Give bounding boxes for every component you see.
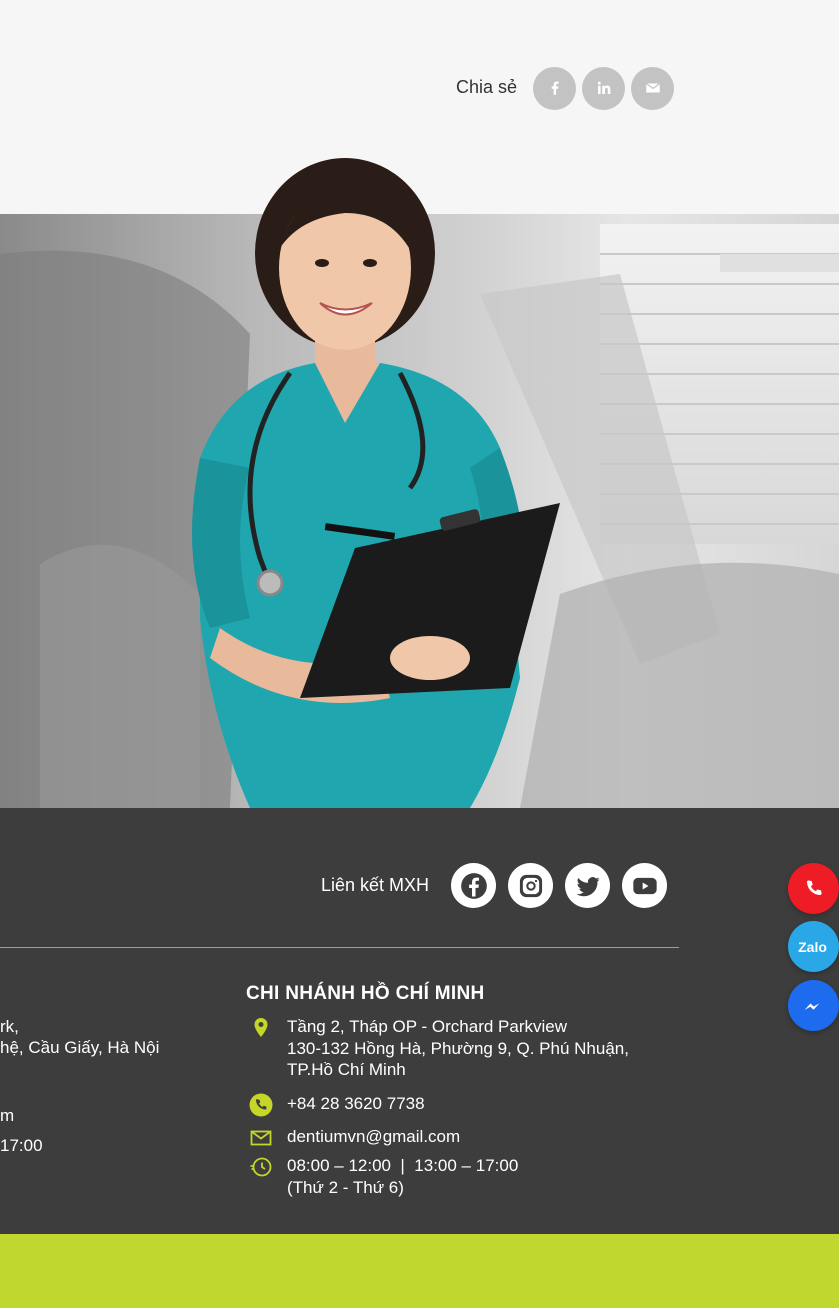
- hcm-email-address[interactable]: dentiumvn@gmail.com: [287, 1126, 460, 1152]
- facebook-icon: [460, 872, 487, 899]
- hcm-address-line3: TP.Hồ Chí Minh: [287, 1060, 406, 1079]
- hcm-address-line2: 130-132 Hồng Hà, Phường 9, Q. Phú Nhuận,: [287, 1038, 629, 1058]
- hanoi-address-line1: rk,: [0, 1017, 19, 1036]
- phone-icon: [246, 1093, 276, 1119]
- hcm-address: Tầng 2, Tháp OP - Orchard Parkview 130-1…: [246, 1016, 629, 1081]
- social-instagram-button[interactable]: [508, 863, 554, 908]
- hanoi-address-line2: hệ, Cầu Giấy, Hà Nội: [0, 1038, 160, 1057]
- footer-divider: [0, 947, 679, 948]
- social-label: Liên kết MXH: [321, 875, 430, 895]
- hcm-address-line1: Tầng 2, Tháp OP - Orchard Parkview: [287, 1017, 567, 1036]
- mail-icon: [246, 1126, 276, 1152]
- social-facebook-button[interactable]: [451, 863, 497, 908]
- messenger-icon: [804, 1002, 819, 1010]
- bottom-accent-bar: [0, 1234, 839, 1308]
- nurse-image: [140, 158, 620, 808]
- hanoi-email[interactable]: m: [0, 1106, 14, 1126]
- site-footer: Liên kết MXH rk, hệ, Cầu Giấy, Hà Nội m …: [0, 808, 839, 1234]
- youtube-icon: [632, 877, 657, 894]
- share-email-button[interactable]: [631, 66, 675, 110]
- hcm-phone[interactable]: +84 28 3620 7738: [246, 1093, 425, 1119]
- share-bar: Chia sẻ: [456, 66, 680, 110]
- floating-messenger-button[interactable]: [788, 980, 839, 1031]
- hcm-branch-title: CHI NHÁNH HỒ CHÍ MINH: [246, 983, 485, 1004]
- instagram-icon: [519, 874, 542, 897]
- social-twitter-button[interactable]: [565, 863, 611, 908]
- email-icon: [645, 83, 660, 93]
- floating-zalo-button[interactable]: Zalo: [788, 921, 839, 972]
- share-label: Chia sẻ: [456, 76, 518, 97]
- share-facebook-button[interactable]: [533, 66, 577, 110]
- hcm-phone-number[interactable]: +84 28 3620 7738: [287, 1093, 425, 1119]
- floating-call-button[interactable]: [788, 863, 839, 914]
- facebook-icon: [551, 81, 559, 95]
- social-youtube-button[interactable]: [622, 863, 668, 908]
- phone-icon: [806, 880, 822, 895]
- share-linkedin-button[interactable]: [582, 66, 626, 110]
- hcm-hours-line2: (Thứ 2 - Thứ 6): [287, 1177, 404, 1197]
- zalo-label: Zalo: [798, 938, 827, 955]
- twitter-icon: [575, 876, 600, 896]
- hcm-hours: 08:00 – 12:00 | 13:00 – 17:00 (Thứ 2 - T…: [246, 1155, 518, 1198]
- social-links: Liên kết MXH: [321, 863, 679, 908]
- location-pin-icon: [246, 1016, 276, 1042]
- clock-history-icon: [246, 1155, 276, 1181]
- hcm-hours-line1: 08:00 – 12:00 | 13:00 – 17:00: [287, 1156, 519, 1175]
- hcm-email[interactable]: dentiumvn@gmail.com: [246, 1126, 460, 1152]
- linkedin-icon: [597, 81, 610, 94]
- hanoi-hours: 17:00: [0, 1136, 43, 1155]
